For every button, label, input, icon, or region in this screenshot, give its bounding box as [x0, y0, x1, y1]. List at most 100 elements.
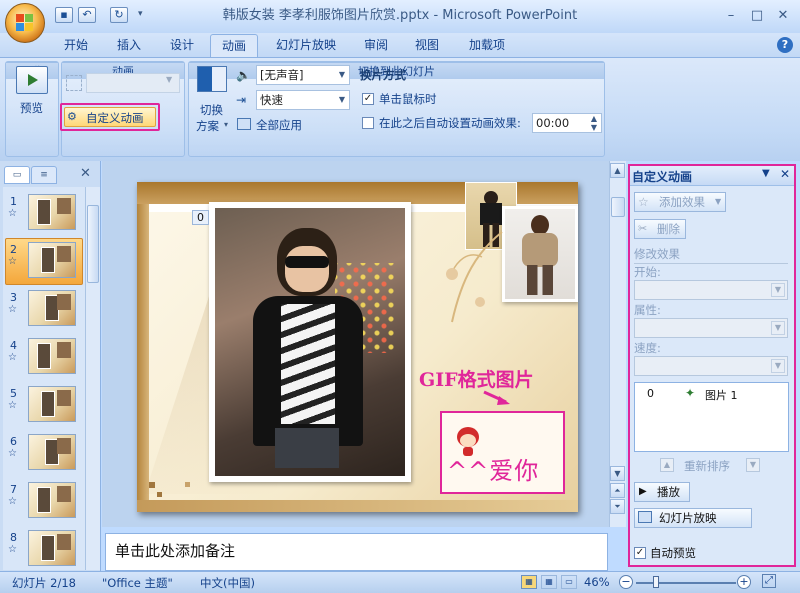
on-click-checkbox[interactable]: ✓	[362, 93, 374, 105]
slides-tab[interactable]: ▭	[4, 166, 30, 184]
slide-thumbnail[interactable]	[28, 290, 76, 326]
auto-after-time-input[interactable]: 00:00 ▲ ▼	[532, 113, 602, 133]
scroll-down-icon[interactable]: ▼	[610, 466, 625, 481]
maximize-button[interactable]: □	[744, 6, 770, 26]
tab-slideshow[interactable]: 幻灯片放映	[268, 34, 344, 58]
slides-panel-close-icon[interactable]: ✕	[80, 166, 91, 181]
start-combo-arrow-icon: ▼	[771, 283, 785, 297]
help-icon[interactable]: ?	[777, 37, 793, 53]
sound-combo-value: [无声音]	[260, 68, 304, 82]
scroll-up-icon[interactable]: ▲	[610, 163, 625, 178]
slide-thumbnail[interactable]	[28, 482, 76, 518]
auto-after-time-value: 00:00	[536, 116, 570, 130]
small-photo-2[interactable]	[502, 206, 578, 302]
gif-image[interactable]: ^^爱你	[440, 411, 565, 494]
thumbnail-animation-star-icon: ☆	[8, 208, 17, 219]
status-theme: "Office 主题"	[102, 576, 173, 590]
normal-view-icon[interactable]: ▦	[521, 575, 537, 589]
tab-addins[interactable]: 加载项	[461, 34, 513, 58]
status-slide: 幻灯片 2/18	[12, 576, 76, 590]
slideshow-button[interactable]: 幻灯片放映	[634, 508, 752, 528]
slide-thumbnail[interactable]	[28, 194, 76, 230]
tab-home[interactable]: 开始	[55, 34, 97, 58]
slideshow-icon	[638, 511, 652, 523]
speed-label: 速度:	[634, 341, 661, 355]
tab-insert[interactable]: 插入	[108, 34, 150, 58]
animation-order-tag[interactable]: 0	[192, 210, 209, 225]
preview-icon[interactable]	[16, 66, 48, 94]
tab-animation[interactable]: 动画	[210, 34, 258, 58]
sound-combo[interactable]: [无声音] ▼	[256, 65, 350, 85]
next-slide-icon[interactable]: ⏷	[610, 499, 625, 514]
move-up-icon[interactable]: ▲	[660, 458, 674, 472]
speed-pane-combo[interactable]: ▼	[634, 356, 788, 376]
transition-scheme-icon[interactable]	[197, 66, 227, 92]
add-effect-button[interactable]: ☆ 添加效果 ▼	[634, 192, 726, 212]
tab-design[interactable]: 设计	[161, 34, 203, 58]
move-down-icon[interactable]: ▼	[746, 458, 760, 472]
pane-menu-icon[interactable]: ▼	[762, 168, 770, 179]
fit-window-icon[interactable]: ⤢	[762, 574, 776, 588]
animation-list-item[interactable]: 0 ✦ 图片 1	[635, 385, 788, 403]
prev-slide-icon[interactable]: ⏶	[610, 483, 625, 498]
animation-list[interactable]: 0 ✦ 图片 1	[634, 382, 789, 452]
remove-button[interactable]: ✂ 删除	[634, 219, 686, 239]
apply-all-button[interactable]: 全部应用	[256, 117, 302, 133]
slide-thumbnail[interactable]	[28, 434, 76, 470]
zoom-slider[interactable]	[636, 576, 736, 588]
zoom-percent[interactable]: 46%	[584, 575, 610, 589]
play-label: 播放	[657, 485, 680, 499]
custom-animation-label: 自定义动画	[86, 111, 144, 125]
slide-thumbnail[interactable]	[28, 530, 76, 566]
tab-review[interactable]: 审阅	[355, 34, 397, 58]
add-effect-arrow-icon: ▼	[715, 197, 722, 206]
thumbnail-number: 5	[10, 387, 17, 400]
tab-view[interactable]: 视图	[406, 34, 448, 58]
property-combo[interactable]: ▼	[634, 318, 788, 338]
thumbnail-animation-star-icon: ☆	[8, 448, 17, 459]
sorter-view-icon[interactable]: ▦	[541, 575, 557, 589]
add-effect-icon: ☆	[638, 195, 649, 209]
start-label: 开始:	[634, 265, 661, 279]
pane-title: 自定义动画	[632, 170, 693, 184]
slide-canvas[interactable]: 0 GIF格式图片 ^^爱你	[137, 182, 578, 512]
zoom-out-icon[interactable]: −	[619, 575, 633, 589]
close-button[interactable]: ✕	[770, 6, 796, 26]
property-combo-arrow-icon: ▼	[771, 321, 785, 335]
speed-combo[interactable]: 快速 ▼	[256, 90, 350, 110]
on-click-label: 单击鼠标时	[379, 92, 437, 106]
auto-after-checkbox[interactable]	[362, 117, 374, 129]
slides-scrollbar[interactable]	[85, 187, 100, 570]
transition-scheme-button-2[interactable]: 方案	[196, 118, 219, 134]
property-label: 属性:	[634, 303, 661, 317]
play-icon: ▶	[639, 486, 647, 497]
scroll-thumb[interactable]	[611, 197, 625, 217]
thumbnail-animation-star-icon: ☆	[8, 544, 17, 555]
main-photo[interactable]	[209, 202, 411, 482]
transition-scheme-button-1[interactable]: 切换	[200, 102, 223, 118]
play-button[interactable]: ▶ 播放	[634, 482, 690, 502]
custom-animation-button[interactable]: ⚙ 自定义动画	[64, 107, 156, 127]
start-combo[interactable]: ▼	[634, 280, 788, 300]
office-button[interactable]	[5, 3, 45, 43]
preview-button[interactable]: 预览	[20, 100, 43, 116]
gif-label: GIF格式图片	[419, 369, 534, 391]
auto-preview-checkbox[interactable]: ✓	[634, 547, 646, 559]
reading-view-icon[interactable]: ▭	[561, 575, 577, 589]
slide-scrollbar[interactable]: ▲ ▼ ⏶ ⏷	[609, 161, 626, 527]
notes-pane[interactable]: 单击此处添加备注	[105, 533, 608, 571]
thumbnail-animation-star-icon: ☆	[8, 400, 17, 411]
minimize-button[interactable]: –	[718, 6, 744, 26]
animate-icon	[66, 75, 82, 91]
pane-close-icon[interactable]: ✕	[780, 167, 790, 181]
slide-thumbnail[interactable]	[28, 338, 76, 374]
zoom-thumb[interactable]	[653, 576, 659, 588]
slide-thumbnail[interactable]	[28, 386, 76, 422]
window-title: 韩版女装 李孝利服饰图片欣赏.pptx - Microsoft PowerPoi…	[222, 8, 578, 23]
zoom-in-icon[interactable]: +	[737, 575, 751, 589]
thumbnail-animation-star-icon: ☆	[8, 304, 17, 315]
outline-tab[interactable]: ≡	[31, 166, 57, 184]
slide-thumbnail[interactable]	[28, 242, 76, 278]
time-spinner-icon[interactable]: ▲ ▼	[587, 114, 601, 132]
pointer-arrow-icon	[482, 390, 512, 406]
